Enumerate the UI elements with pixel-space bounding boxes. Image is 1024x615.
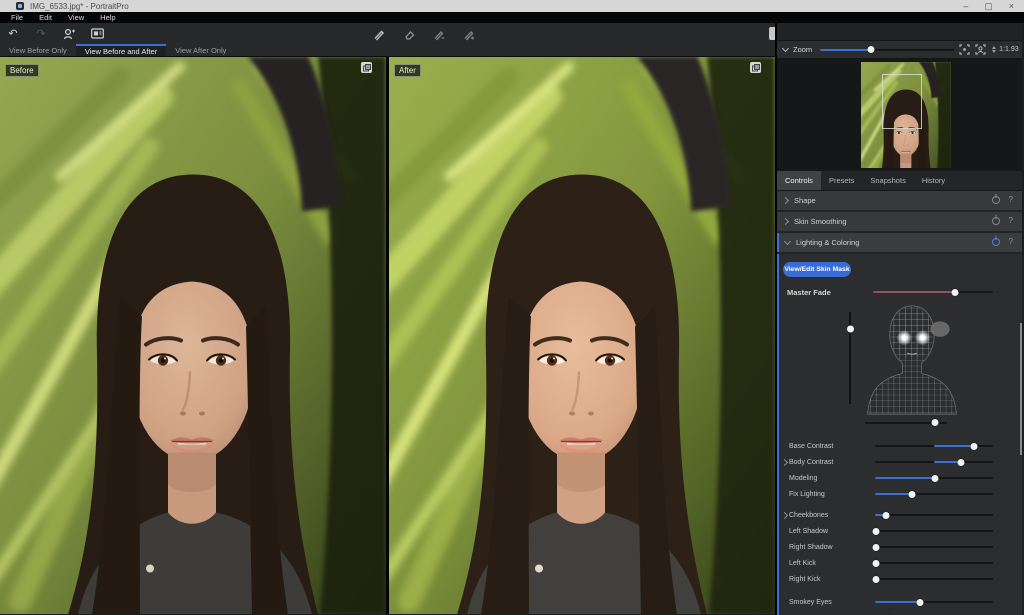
eraser-icon[interactable] [402, 27, 416, 41]
panel-toggle-button[interactable] [769, 27, 775, 40]
body-contrast-slider[interactable] [875, 458, 993, 467]
before-label: Before [5, 64, 39, 77]
master-fade-slider[interactable] [873, 288, 993, 297]
menu-edit[interactable]: Edit [32, 13, 59, 22]
tab-presets[interactable]: Presets [821, 171, 862, 190]
tab-history[interactable]: History [914, 171, 953, 190]
lighting-power-icon[interactable] [992, 238, 1000, 246]
left-kick-slider[interactable] [875, 559, 993, 568]
menu-bar: File Edit View Help [0, 12, 1024, 23]
right-shadow-slider[interactable] [875, 543, 993, 552]
control-tab-bar: Controls Presets Snapshots History [777, 171, 1022, 191]
left-shadow-slider[interactable] [875, 527, 993, 536]
view-edit-skin-mask-button[interactable]: View/Edit Skin Mask [783, 262, 851, 277]
tab-view-after-only[interactable]: View After Only [166, 44, 235, 56]
view-region-rectangle[interactable] [882, 74, 922, 129]
before-image-panel[interactable]: Before [0, 57, 386, 614]
chevron-down-icon [784, 238, 791, 245]
undo-icon[interactable]: ↶ [6, 27, 20, 41]
reduce-area-brush-icon[interactable] [462, 27, 476, 41]
after-image-panel[interactable]: After [389, 57, 775, 614]
tab-controls[interactable]: Controls [777, 171, 821, 190]
right-kick-slider[interactable] [875, 575, 993, 584]
before-photo [0, 57, 386, 614]
maximize-button[interactable]: ▢ [984, 1, 993, 11]
zoom-to-face-icon[interactable] [975, 44, 986, 56]
light-horizontal-slider[interactable] [865, 418, 947, 427]
zoom-ratio-spinner[interactable] [992, 46, 996, 53]
redo-icon[interactable]: ↷ [34, 27, 48, 41]
shape-help-icon[interactable]: ? [1009, 195, 1013, 204]
master-fade-label: Master Fade [787, 288, 831, 297]
modeling-slider[interactable] [875, 474, 993, 483]
app-window: IMG_6533.jpg* - PortraitPro – ▢ × File E… [0, 0, 1024, 615]
shape-power-icon[interactable] [992, 196, 1000, 204]
zoom-slider[interactable] [820, 45, 954, 54]
base-contrast-slider[interactable] [875, 442, 993, 451]
minimize-button[interactable]: – [963, 1, 968, 11]
skin-smoothing-help-icon[interactable]: ? [1009, 216, 1013, 225]
tag-person-icon[interactable] [62, 27, 76, 41]
light-direction-widget [779, 302, 1022, 434]
section-lighting-coloring[interactable]: Lighting & Coloring ? [777, 233, 1022, 252]
menu-view[interactable]: View [61, 13, 91, 22]
window-title: IMG_6533.jpg* - PortraitPro [30, 2, 129, 11]
zoom-label: Zoom [793, 45, 812, 54]
slideshow-icon[interactable] [90, 27, 104, 41]
copy-view-icon[interactable] [750, 62, 761, 73]
after-label: After [394, 64, 421, 77]
view-tab-bar: View Before Only View Before and After V… [0, 44, 775, 57]
fix-lighting-slider[interactable] [875, 490, 993, 499]
window-controls: – ▢ × [963, 1, 1020, 11]
after-photo [389, 57, 775, 614]
chevron-right-icon[interactable] [781, 512, 788, 519]
chevron-right-icon[interactable] [781, 459, 788, 466]
lighting-help-icon[interactable]: ? [1009, 237, 1013, 246]
light-vertical-slider[interactable] [846, 312, 854, 404]
skin-smoothing-power-icon[interactable] [992, 217, 1000, 225]
title-bar: IMG_6533.jpg* - PortraitPro – ▢ × [0, 0, 1024, 12]
navigator-thumbnail-area [777, 59, 1022, 171]
menu-file[interactable]: File [4, 13, 30, 22]
panel-scrollbar[interactable] [1020, 323, 1022, 455]
section-skin-smoothing[interactable]: Skin Smoothing ? [777, 212, 1022, 231]
brush-icon[interactable] [372, 27, 386, 41]
wireframe-head-model[interactable] [857, 302, 967, 416]
image-canvas: Before After [0, 57, 775, 614]
tab-view-before-only[interactable]: View Before Only [0, 44, 76, 56]
close-button[interactable]: × [1009, 1, 1014, 11]
navigator-thumbnail[interactable] [861, 62, 951, 168]
control-panel: Zoom 1:1.93 [777, 23, 1022, 615]
copy-view-icon[interactable] [361, 62, 372, 73]
extend-area-brush-icon[interactable] [432, 27, 446, 41]
toolbar: ↶ ↷ [0, 23, 775, 44]
fit-screen-icon[interactable] [959, 44, 970, 56]
chevron-right-icon [782, 197, 789, 204]
chevron-right-icon [782, 218, 789, 225]
app-icon [16, 2, 24, 10]
tab-snapshots[interactable]: Snapshots [862, 171, 913, 190]
lighting-coloring-content: View/Edit Skin Mask Master Fade [777, 254, 1022, 615]
menu-help[interactable]: Help [93, 13, 122, 22]
zoom-ratio-value: 1:1.93 [999, 46, 1018, 53]
section-shape[interactable]: Shape ? [777, 191, 1022, 210]
tab-view-before-and-after[interactable]: View Before and After [76, 44, 166, 56]
chevron-down-icon[interactable] [782, 45, 789, 52]
controls-section-list: Shape ? Skin Smoothing ? Lighting & Colo… [777, 191, 1022, 615]
cheekbones-slider[interactable] [875, 511, 993, 520]
zoom-bar: Zoom 1:1.93 [777, 41, 1022, 59]
smokey-eyes-slider[interactable] [875, 598, 993, 607]
